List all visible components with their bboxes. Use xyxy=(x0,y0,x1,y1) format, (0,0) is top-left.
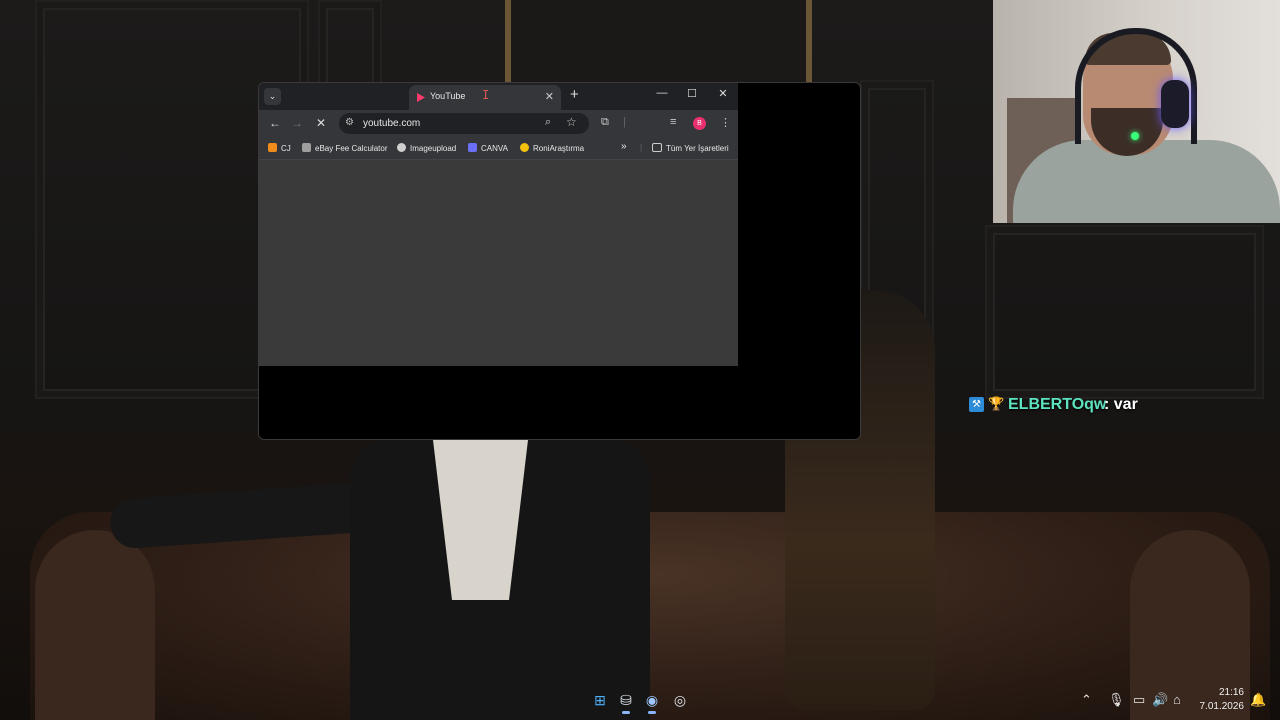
microphone-icon[interactable]: 🎙 xyxy=(1108,692,1125,708)
bookmark-star-icon[interactable]: ☆ xyxy=(566,115,577,129)
bookmarks-divider: | xyxy=(640,143,643,152)
trophy-badge-icon: 🏆 xyxy=(988,396,1005,411)
menu-kebab-icon[interactable]: ⋮ xyxy=(720,116,731,129)
tab-title: YouTube xyxy=(430,91,466,101)
bookmark-icon xyxy=(302,143,311,152)
moderator-badge-icon: ⚒ xyxy=(969,397,984,412)
network-icon[interactable]: ⌂ xyxy=(1173,692,1181,707)
title-bar[interactable]: ⌄ YouTube I ✕ + — ☐ ✕ xyxy=(259,83,738,110)
toolbar-divider: | xyxy=(623,116,626,128)
bookmarks-bar: CJ eBay Fee Calculator Imageupload CANVA… xyxy=(259,138,738,160)
headset-mic-light xyxy=(1131,132,1139,140)
stop-loading-icon[interactable]: ✕ xyxy=(316,116,326,130)
site-info-icon[interactable]: ⚙ xyxy=(345,117,354,128)
bookmark-icon xyxy=(268,143,277,152)
bookmark-label: CJ xyxy=(281,144,291,153)
bookmark-icon xyxy=(520,143,529,152)
chat-username: ELBERTOqw xyxy=(1008,396,1107,413)
clock-time: 21:16 xyxy=(1218,687,1244,698)
display-icon[interactable]: ▭ xyxy=(1133,692,1145,708)
bookmark-roniarastirma[interactable]: RoniAraştırma xyxy=(520,143,584,153)
chat-text: : var xyxy=(1104,396,1138,414)
minimize-button[interactable]: — xyxy=(652,87,672,99)
bookmark-imageupload[interactable]: Imageupload xyxy=(397,143,456,153)
close-tab-icon[interactable]: ✕ xyxy=(545,90,554,103)
browser-window[interactable]: ⌄ YouTube I ✕ + — ☐ ✕ ← → ✕ ⚙ youtube.co… xyxy=(258,82,861,440)
volume-icon[interactable]: 🔊 xyxy=(1152,692,1168,708)
text-cursor-icon: I xyxy=(482,88,490,102)
bookmark-cj[interactable]: CJ xyxy=(268,143,291,153)
youtube-favicon-icon xyxy=(417,93,425,102)
windows-start-icon[interactable]: ⊞ xyxy=(590,690,610,710)
browser-toolbar: ← → ✕ ⚙ youtube.com ⌕ ☆ ⧉ | ≡ B ⋮ xyxy=(259,110,738,138)
bookmark-label: eBay Fee Calculator xyxy=(315,144,388,153)
chrome-icon[interactable]: ◎ xyxy=(670,690,690,710)
bookmark-icon xyxy=(397,143,406,152)
more-bookmarks-icon[interactable]: » xyxy=(621,141,627,152)
bookmark-label: RoniAraştırma xyxy=(533,144,585,153)
url-text[interactable]: youtube.com xyxy=(363,118,420,129)
taskbar: ⊞ ⛁ ◉ ◎ ⌃ 🎙 ▭ 🔊 ⌂ 21:16 7.01.2026 🔔 xyxy=(0,680,1280,720)
file-explorer-icon[interactable]: ⛁ xyxy=(616,690,636,714)
show-hidden-icons-chevron-icon[interactable]: ⌃ xyxy=(1081,692,1092,708)
all-bookmarks-label: Tüm Yer İşaretleri xyxy=(666,144,729,153)
steam-icon[interactable]: ◉ xyxy=(642,690,662,714)
bookmark-ebay-fee-calculator[interactable]: eBay Fee Calculator xyxy=(302,143,387,153)
wall-panel xyxy=(985,225,1264,399)
maximize-button[interactable]: ☐ xyxy=(682,87,702,100)
running-indicator xyxy=(648,711,656,714)
forward-arrow-icon[interactable]: → xyxy=(291,116,303,130)
extensions-icon[interactable]: ⧉ xyxy=(601,116,609,129)
folder-icon xyxy=(652,143,662,152)
clock-date: 7.01.2026 xyxy=(1199,701,1245,712)
address-bar[interactable]: ⚙ youtube.com ⌕ ☆ xyxy=(339,113,589,134)
all-bookmarks-folder[interactable]: Tüm Yer İşaretleri xyxy=(652,143,729,153)
chat-separator: : xyxy=(1104,396,1110,413)
clock[interactable]: 21:16 7.01.2026 xyxy=(1196,686,1245,714)
headset-earcup xyxy=(1161,80,1189,128)
reading-list-icon[interactable]: ≡ xyxy=(670,116,676,128)
zoom-icon[interactable]: ⌕ xyxy=(545,116,551,129)
new-tab-button[interactable]: + xyxy=(570,86,579,103)
bookmark-canva[interactable]: CANVA xyxy=(468,143,508,153)
wall-frame-art xyxy=(505,0,812,88)
webcam-overlay xyxy=(993,0,1280,223)
bookmark-icon xyxy=(468,143,477,152)
chat-message-body: var xyxy=(1113,396,1138,413)
tab-youtube[interactable]: YouTube I ✕ xyxy=(409,85,561,110)
notification-bell-icon[interactable]: 🔔 xyxy=(1250,692,1266,708)
bookmark-label: Imageupload xyxy=(410,144,457,153)
close-window-button[interactable]: ✕ xyxy=(713,87,733,100)
profile-avatar[interactable]: B xyxy=(693,117,706,130)
bookmark-label: CANVA xyxy=(481,144,508,153)
tab-search-button[interactable]: ⌄ xyxy=(264,88,281,105)
running-indicator xyxy=(622,711,630,714)
back-arrow-icon[interactable]: ← xyxy=(269,116,281,130)
page-content-loading[interactable] xyxy=(259,160,738,366)
